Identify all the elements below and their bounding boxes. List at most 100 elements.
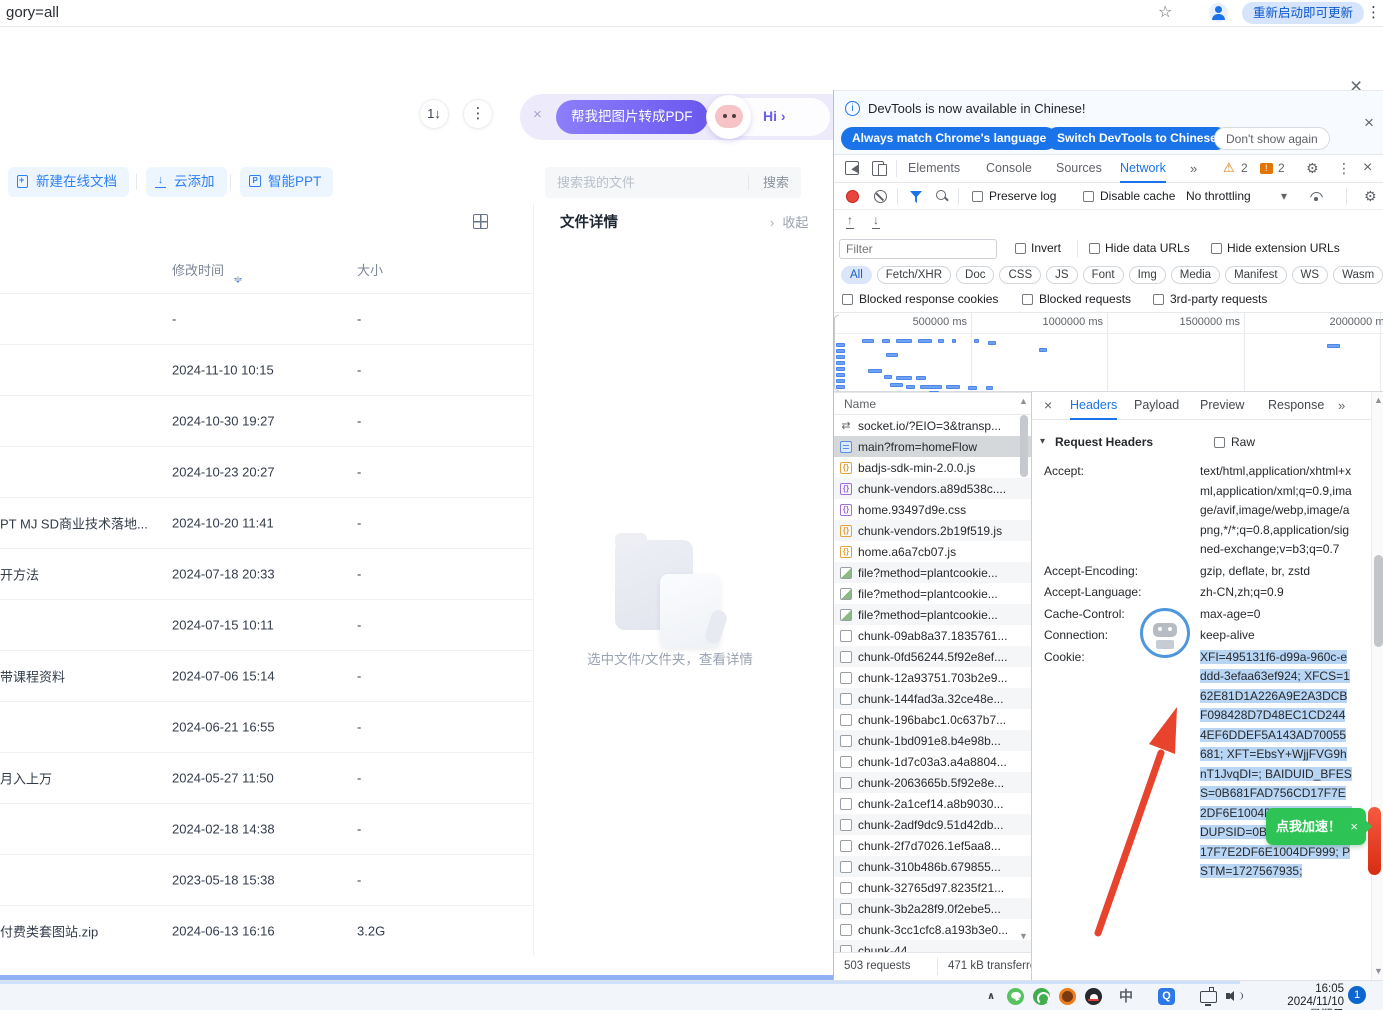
sort-carets-icon[interactable] bbox=[234, 261, 242, 287]
dont-show-again-button[interactable]: Don't show again bbox=[1214, 127, 1330, 150]
assistant-close-icon[interactable]: × bbox=[533, 106, 542, 123]
q-app-icon[interactable]: Q bbox=[1158, 988, 1175, 1005]
display-icon[interactable] bbox=[1200, 991, 1217, 1003]
page-more-button[interactable]: ⋮ bbox=[463, 99, 493, 129]
bookmark-star-icon[interactable]: ☆ bbox=[1158, 2, 1172, 22]
disclosure-caret-icon[interactable]: ▾ bbox=[1040, 436, 1045, 447]
tab-console[interactable]: Console bbox=[986, 155, 1032, 182]
more-tabs-icon[interactable]: » bbox=[1190, 155, 1197, 182]
table-row[interactable]: 2024-10-30 19:27- bbox=[0, 395, 533, 446]
request-row[interactable]: main?from=homeFlow bbox=[834, 436, 1031, 457]
grid-view-icon[interactable] bbox=[473, 214, 488, 229]
chevron-up-icon[interactable]: ∧ bbox=[984, 991, 998, 1002]
notification-badge[interactable]: 1 bbox=[1348, 986, 1366, 1004]
request-row[interactable]: ⇄socket.io/?EIO=3&transp... bbox=[834, 415, 1031, 436]
blocked-requests-checkbox[interactable] bbox=[1022, 294, 1033, 305]
request-row[interactable]: chunk-vendors.a89d538c.... bbox=[834, 478, 1031, 499]
boost-label[interactable]: 点我加速！ bbox=[1276, 808, 1341, 845]
request-row[interactable]: chunk-32765d97.8235f21... bbox=[834, 877, 1031, 898]
filter-chip-doc[interactable]: Doc bbox=[956, 266, 994, 284]
request-row[interactable]: chunk-2adf9dc9.51d42db... bbox=[834, 814, 1031, 835]
browser-menu-icon[interactable]: ⋮ bbox=[1366, 3, 1381, 21]
speaker-icon[interactable] bbox=[1226, 989, 1244, 1003]
request-list-scrollbar[interactable]: ▲ ▼ bbox=[1018, 393, 1030, 949]
filter-chip-css[interactable]: CSS bbox=[999, 266, 1041, 284]
raw-checkbox[interactable] bbox=[1214, 437, 1225, 448]
inspect-element-icon[interactable] bbox=[845, 161, 859, 175]
hide-data-urls-checkbox[interactable] bbox=[1089, 243, 1100, 254]
switch-chinese-button[interactable]: Switch DevTools to Chinese bbox=[1046, 127, 1228, 150]
robot-assistant-icon[interactable] bbox=[1140, 608, 1190, 658]
scroll-up-icon[interactable]: ▲ bbox=[1019, 396, 1028, 406]
filter-chip-all[interactable]: All bbox=[841, 266, 872, 284]
request-row[interactable]: badjs-sdk-min-2.0.0.js bbox=[834, 457, 1031, 478]
request-row[interactable]: home.a6a7cb07.js bbox=[834, 541, 1031, 562]
table-row[interactable]: 2024-06-21 16:55- bbox=[0, 701, 533, 752]
third-party-checkbox[interactable] bbox=[1153, 294, 1164, 305]
har-import-icon[interactable]: ↑ bbox=[846, 214, 854, 229]
profile-avatar[interactable] bbox=[1209, 3, 1228, 22]
address-bar[interactable]: gory=all bbox=[6, 4, 59, 21]
chevron-down-icon[interactable]: ▾ bbox=[1281, 189, 1287, 203]
device-toolbar-icon[interactable] bbox=[872, 161, 887, 175]
file-search-box[interactable]: 搜索我的文件 搜索 bbox=[545, 167, 801, 198]
network-conditions-icon[interactable] bbox=[1308, 190, 1324, 203]
table-row[interactable]: 月入上万2024-05-27 11:50- bbox=[0, 752, 533, 803]
request-row[interactable]: chunk-2063665b.5f92e8e... bbox=[834, 772, 1031, 793]
filter-chip-font[interactable]: Font bbox=[1083, 266, 1124, 284]
tab-preview[interactable]: Preview bbox=[1200, 392, 1244, 419]
request-row[interactable]: chunk-vendors.2b19f519.js bbox=[834, 520, 1031, 541]
tab-response[interactable]: Response bbox=[1268, 392, 1324, 419]
details-collapse-button[interactable]: ›收起 bbox=[770, 212, 808, 231]
table-row[interactable]: 2024-02-18 14:38- bbox=[0, 803, 533, 854]
network-settings-icon[interactable]: ⚙ bbox=[1364, 188, 1377, 205]
filter-chip-manifest[interactable]: Manifest bbox=[1225, 266, 1286, 284]
filter-chip-media[interactable]: Media bbox=[1171, 266, 1220, 284]
filter-chip-fetch-xhr[interactable]: Fetch/XHR bbox=[877, 266, 951, 284]
tab-headers[interactable]: Headers bbox=[1070, 392, 1117, 420]
har-export-icon[interactable]: ↓ bbox=[872, 214, 880, 229]
request-row[interactable]: chunk-2a1cef14.a8b9030... bbox=[834, 793, 1031, 814]
table-row[interactable]: -- bbox=[0, 293, 533, 344]
search-icon[interactable] bbox=[936, 190, 949, 203]
request-row[interactable]: chunk-2f7d7026.1ef5aa8... bbox=[834, 835, 1031, 856]
throttling-select[interactable]: No throttling bbox=[1186, 189, 1251, 203]
assistant-prompt-button[interactable]: 帮我把图片转成PDF bbox=[556, 100, 708, 134]
assistant-hi-label[interactable]: Hi › bbox=[763, 108, 786, 124]
request-row[interactable]: chunk-3cc1cfc8.a193b3e0... bbox=[834, 919, 1031, 940]
table-row[interactable]: 开方法2024-07-18 20:33- bbox=[0, 548, 533, 599]
request-row[interactable]: chunk-3b2a28f9.0f2ebe5... bbox=[834, 898, 1031, 919]
clear-icon[interactable] bbox=[874, 190, 887, 203]
input-zh-icon[interactable]: 中 bbox=[1117, 986, 1135, 1006]
request-row[interactable]: chunk-144fad3a.32ce48e... bbox=[834, 688, 1031, 709]
scroll-up-icon[interactable]: ▲ bbox=[1374, 395, 1383, 405]
disable-cache-checkbox[interactable] bbox=[1083, 191, 1094, 202]
filter-chip-js[interactable]: JS bbox=[1046, 266, 1077, 284]
devtools-settings-icon[interactable]: ⚙ bbox=[1306, 160, 1319, 177]
table-row[interactable]: PT MJ SD商业技术落地...2024-10-20 11:41- bbox=[0, 497, 533, 548]
details-scrollbar[interactable]: ▲ ▼ bbox=[1371, 392, 1383, 980]
details-close-icon[interactable]: × bbox=[1044, 397, 1052, 413]
request-row[interactable]: file?method=plantcookie... bbox=[834, 562, 1031, 583]
tab-network[interactable]: Network bbox=[1120, 155, 1166, 183]
smart-ppt-button[interactable]: 智能PPT bbox=[240, 167, 333, 197]
boost-close-icon[interactable]: × bbox=[1350, 808, 1358, 845]
filter-input[interactable] bbox=[839, 239, 997, 259]
issues-icon[interactable] bbox=[1260, 163, 1273, 174]
hide-extension-urls-checkbox[interactable] bbox=[1211, 243, 1222, 254]
request-row[interactable]: chunk-09ab8a37.1835761... bbox=[834, 625, 1031, 646]
request-row[interactable]: chunk-0fd56244.5f92e8ef.... bbox=[834, 646, 1031, 667]
request-row[interactable]: chunk-44... bbox=[834, 940, 1031, 952]
tab-elements[interactable]: Elements bbox=[908, 155, 960, 182]
assistant-bubble[interactable]: Hi › bbox=[706, 98, 830, 136]
browser-green-icon[interactable] bbox=[1033, 988, 1050, 1005]
boost-badge[interactable]: 点我加速！ × bbox=[1266, 808, 1366, 845]
infobar-close-icon[interactable]: × bbox=[1364, 113, 1374, 133]
match-language-button[interactable]: Always match Chrome's language bbox=[841, 127, 1057, 150]
filter-funnel-icon[interactable] bbox=[910, 191, 922, 203]
invert-checkbox[interactable] bbox=[1015, 243, 1026, 254]
filter-chip-wasm[interactable]: Wasm bbox=[1333, 266, 1383, 284]
search-button[interactable]: 搜索 bbox=[763, 167, 789, 198]
blocked-cookies-checkbox[interactable] bbox=[842, 294, 853, 305]
request-headers-section[interactable]: ▾ Request Headers Raw bbox=[1032, 434, 1362, 454]
